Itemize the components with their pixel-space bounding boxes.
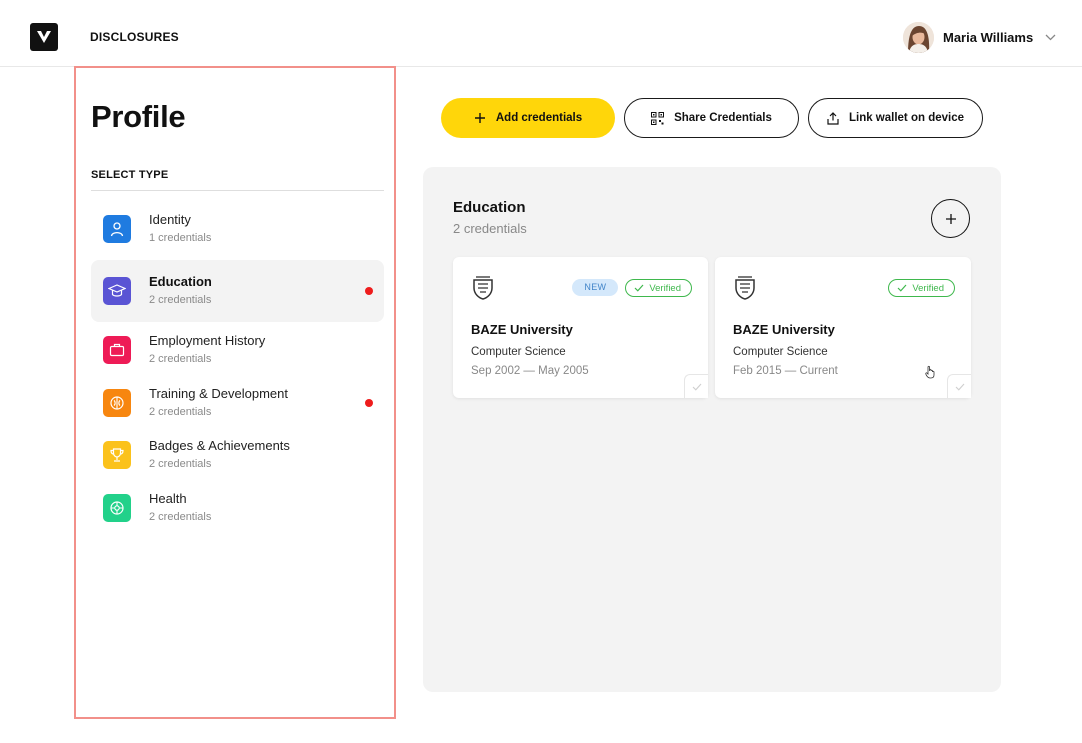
link-wallet-button[interactable]: Link wallet on device: [808, 98, 983, 138]
card-dates: Feb 2015 — Current: [733, 365, 838, 377]
category-label: Badges & Achievements: [149, 438, 290, 453]
trophy-icon: [103, 441, 131, 469]
select-checkbox[interactable]: [947, 374, 971, 398]
add-credentials-label: Add credentials: [495, 112, 583, 124]
university-crest-icon: [471, 275, 495, 301]
plus-icon: [945, 213, 956, 224]
check-icon: [634, 284, 644, 292]
upload-icon: [827, 111, 839, 125]
card-dates: Sep 2002 — May 2005: [471, 365, 589, 377]
health-icon: [103, 493, 131, 522]
brain-icon: [103, 388, 131, 417]
card-badges: Verified: [888, 279, 955, 297]
check-icon: [955, 383, 964, 391]
chevron-down-icon: [1045, 28, 1056, 46]
category-count: 1 credentials: [149, 232, 212, 244]
category-count: 2 credentials: [149, 510, 212, 523]
category-label: Employment History: [149, 333, 266, 348]
user-menu[interactable]: Maria Williams: [903, 21, 1056, 53]
category-count: 2 credentials: [149, 458, 212, 470]
credentials-panel: Education 2 credentials NEW Verified BAZ…: [423, 167, 1001, 692]
category-health[interactable]: Health 2 credentials: [91, 480, 384, 533]
graduation-cap-icon: [103, 277, 131, 305]
notification-dot: [365, 287, 373, 295]
category-label: Health: [149, 490, 187, 506]
divider: [91, 190, 384, 191]
card-program: Computer Science: [733, 346, 828, 358]
add-credential-button[interactable]: [931, 199, 970, 238]
notification-dot: [365, 398, 373, 407]
card-institution: BAZE University: [733, 322, 835, 337]
category-label: Identity: [149, 212, 191, 227]
panel-count: 2 credentials: [453, 221, 527, 236]
hand-cursor-icon: [925, 365, 937, 384]
page-title: Profile: [91, 99, 186, 134]
category-label: Training & Development: [149, 385, 288, 401]
panel-title: Education: [453, 199, 526, 216]
verified-label: Verified: [912, 282, 944, 294]
verified-label: Verified: [649, 282, 681, 294]
category-label: Education: [149, 274, 212, 289]
briefcase-icon: [103, 336, 131, 364]
university-crest-icon: [733, 275, 757, 301]
user-name: Maria Williams: [943, 29, 1034, 45]
card-institution: BAZE University: [471, 322, 573, 337]
check-icon: [897, 284, 907, 292]
verified-badge: Verified: [888, 279, 955, 297]
card-badges: NEW Verified: [572, 279, 692, 297]
plus-icon: [474, 113, 485, 123]
check-icon: [692, 383, 701, 391]
category-count: 2 credentials: [149, 353, 212, 365]
qr-code-icon: [651, 111, 665, 125]
profile-sidebar: Profile SELECT TYPE Identity 1 credentia…: [74, 66, 396, 719]
category-list: Identity 1 credentials Education 2 crede…: [91, 198, 384, 532]
card-program: Computer Science: [471, 346, 566, 358]
credential-card[interactable]: Verified BAZE University Computer Scienc…: [715, 257, 971, 398]
link-wallet-label: Link wallet on device: [848, 112, 965, 124]
category-training-development[interactable]: Training & Development 2 credentials: [91, 375, 384, 428]
select-checkbox[interactable]: [684, 374, 708, 398]
avatar: [903, 21, 934, 53]
section-label: SELECT TYPE: [91, 169, 169, 181]
add-credentials-button[interactable]: Add credentials: [441, 98, 615, 138]
credential-card[interactable]: NEW Verified BAZE University Computer Sc…: [453, 257, 708, 398]
category-count: 2 credentials: [149, 405, 212, 418]
share-credentials-button[interactable]: Share Credentials: [624, 98, 799, 138]
category-count: 2 credentials: [149, 294, 212, 306]
user-icon: [103, 215, 131, 243]
category-identity[interactable]: Identity 1 credentials: [91, 198, 384, 260]
category-employment-history[interactable]: Employment History 2 credentials: [91, 322, 384, 375]
category-badges-achievements[interactable]: Badges & Achievements 2 credentials: [91, 427, 384, 480]
top-bar: DISCLOSURES Maria Williams: [0, 0, 1082, 67]
verified-badge: Verified: [625, 279, 692, 297]
share-credentials-label: Share Credentials: [674, 112, 772, 124]
category-education[interactable]: Education 2 credentials: [91, 260, 384, 322]
nav-disclosures[interactable]: DISCLOSURES: [90, 30, 179, 44]
new-badge: NEW: [572, 279, 619, 296]
app-logo[interactable]: [30, 23, 58, 51]
